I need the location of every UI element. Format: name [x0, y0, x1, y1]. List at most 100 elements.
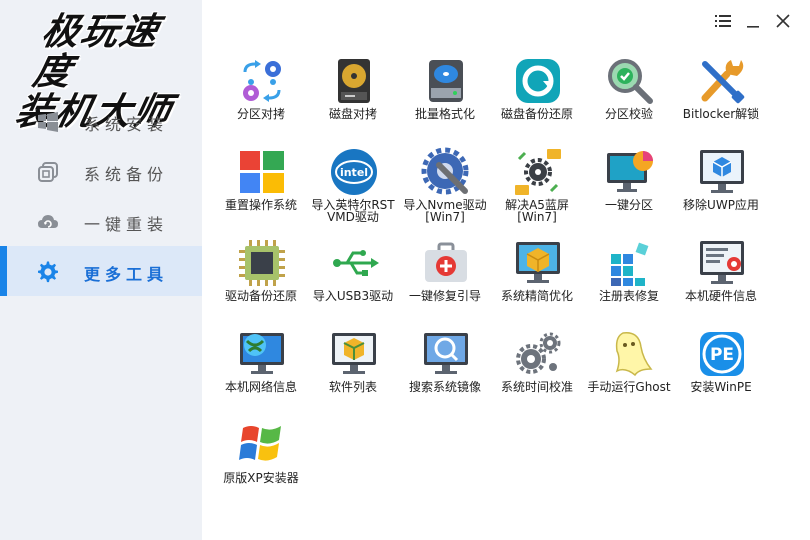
tool-search-system-image[interactable]: 搜索系统镜像 — [399, 323, 491, 413]
tool-label: 导入USB3驱动 — [312, 289, 394, 303]
close-button[interactable] — [774, 12, 792, 30]
tool-driver-backup-restore[interactable]: 驱动备份还原 — [215, 232, 307, 322]
tool-partition-copy[interactable]: 分区对拷 — [215, 50, 307, 140]
tool-label: 一键分区 — [604, 198, 653, 212]
tool-run-ghost[interactable]: 手动运行Ghost — [583, 323, 675, 413]
cloud-refresh-icon — [38, 215, 58, 228]
sidebar-nav: 系统安装 系统备份 一键重装 更多工具 — [0, 96, 202, 296]
tool-label: 重置操作系统 — [224, 198, 297, 212]
tool-label: 本机网络信息 — [224, 380, 297, 394]
monitor-cube-icon — [700, 150, 744, 193]
tool-label: Bitlocker解锁 — [682, 107, 760, 121]
tool-label: 手动运行Ghost — [587, 380, 671, 394]
tool-label: 分区校验 — [604, 107, 653, 121]
sidebar-item-more-tools[interactable]: 更多工具 — [0, 246, 202, 296]
tool-label: 搜索系统镜像 — [408, 380, 481, 394]
windows-logo-icon — [240, 151, 284, 193]
tool-bitlocker-unlock[interactable]: Bitlocker解锁 — [675, 50, 767, 140]
menu-button[interactable] — [714, 12, 732, 30]
svg-text:intel: intel — [340, 166, 368, 179]
tool-label: 导入英特尔RST VMD驱动 — [311, 198, 395, 224]
tool-label: 导入Nvme驱动 [Win7] — [403, 198, 487, 224]
tool-network-info[interactable]: 本机网络信息 — [215, 323, 307, 413]
tool-nvme-driver[interactable]: 导入Nvme驱动 [Win7] — [399, 141, 491, 231]
sidebar-item-label: 系统备份 — [84, 165, 169, 184]
sidebar-item-system-install[interactable]: 系统安装 — [0, 96, 202, 146]
tool-label: 系统精简优化 — [500, 289, 573, 303]
tool-batch-format[interactable]: 批量格式化 — [399, 50, 491, 140]
gear-wrench-icon — [421, 147, 469, 195]
sidebar: 极玩速度 装机大师 系统安装 系统备份 一键重装 更多工具 — [0, 0, 202, 540]
tool-one-click-partition[interactable]: 一键分区 — [583, 141, 675, 231]
windows-icon — [38, 112, 58, 132]
monitor-search-icon — [424, 333, 468, 374]
monitor-box-icon — [516, 242, 560, 283]
monitor-pie-icon — [607, 151, 653, 192]
app-title-line1: 极玩速度 — [29, 10, 164, 93]
tool-fix-a5-bsod[interactable]: 解决A5蓝屏 [Win7] — [491, 141, 583, 231]
gears-sync-icon — [243, 60, 281, 102]
tool-registry-repair[interactable]: 注册表修复 — [583, 232, 675, 322]
tool-software-list[interactable]: 软件列表 — [307, 323, 399, 413]
window-controls — [714, 12, 792, 30]
tool-hardware-info[interactable]: 本机硬件信息 — [675, 232, 767, 322]
tool-usb3-driver[interactable]: 导入USB3驱动 — [307, 232, 399, 322]
minimize-button[interactable] — [744, 12, 762, 30]
monitor-package-icon — [332, 333, 376, 374]
tool-label: 注册表修复 — [598, 289, 659, 303]
sidebar-item-label: 系统安装 — [84, 115, 169, 134]
monitor-globe-icon — [240, 333, 284, 374]
tool-original-xp-installer[interactable]: 原版XP安装器 — [215, 414, 307, 504]
tool-label: 本机硬件信息 — [684, 289, 757, 303]
close-icon — [776, 14, 790, 28]
pe-icon: PE — [700, 332, 744, 376]
registry-cubes-icon — [611, 242, 649, 286]
svg-text:PE: PE — [710, 345, 734, 365]
tool-intel-rst-vmd-driver[interactable]: intel 导入英特尔RST VMD驱动 — [307, 141, 399, 231]
tool-disk-copy[interactable]: 磁盘对拷 — [307, 50, 399, 140]
tool-install-winpe[interactable]: PE 安装WinPE — [675, 323, 767, 413]
tool-disk-backup-restore[interactable]: 磁盘备份还原 — [491, 50, 583, 140]
menu-icon — [715, 15, 731, 27]
tool-system-time-calibrate[interactable]: 系统时间校准 — [491, 323, 583, 413]
tool-partition-verify[interactable]: 分区校验 — [583, 50, 675, 140]
tool-label: 驱动备份还原 — [224, 289, 297, 303]
tool-label: 解决A5蓝屏 [Win7] — [505, 198, 569, 224]
tool-label: 软件列表 — [328, 380, 377, 394]
tool-reset-os[interactable]: 重置操作系统 — [215, 141, 307, 231]
disk-format-icon — [429, 60, 463, 102]
tool-label: 安装WinPE — [690, 380, 752, 394]
tool-label: 一键修复引导 — [408, 289, 481, 303]
sidebar-item-label: 更多工具 — [84, 265, 169, 284]
tool-label: 移除UWP应用 — [683, 198, 759, 212]
tool-label: 磁盘备份还原 — [500, 107, 573, 121]
gears-time-icon — [516, 332, 561, 374]
tool-label: 分区对拷 — [236, 107, 285, 121]
usb-icon — [333, 250, 379, 276]
wrench-screwdriver-icon — [701, 60, 745, 104]
tool-system-slim-optimize[interactable]: 系统精简优化 — [491, 232, 583, 322]
backup-restore-icon — [516, 59, 560, 103]
app-logo: 极玩速度 装机大师 — [10, 10, 190, 133]
chip-icon — [239, 240, 285, 286]
monitor-settings-icon — [700, 241, 744, 284]
tool-label: 原版XP安装器 — [223, 471, 299, 485]
first-aid-kit-icon — [425, 242, 467, 282]
minimize-icon — [747, 26, 759, 28]
sidebar-item-system-backup[interactable]: 系统备份 — [0, 146, 202, 196]
tool-repair-boot[interactable]: 一键修复引导 — [399, 232, 491, 322]
sidebar-item-one-click-reinstall[interactable]: 一键重装 — [0, 196, 202, 246]
tool-label: 批量格式化 — [414, 107, 475, 121]
intel-icon: intel — [331, 149, 377, 195]
gear-icon — [38, 261, 58, 283]
windows-xp-logo-icon — [239, 426, 281, 461]
ghost-icon — [615, 332, 653, 377]
sidebar-item-label: 一键重装 — [84, 215, 169, 234]
tool-label: 系统时间校准 — [500, 380, 573, 394]
gear-folders-icon — [515, 149, 561, 195]
hard-drive-icon — [338, 59, 370, 103]
tool-label: 磁盘对拷 — [328, 107, 377, 121]
tool-remove-uwp-apps[interactable]: 移除UWP应用 — [675, 141, 767, 231]
copy-icon — [38, 162, 58, 182]
magnifier-check-icon — [608, 59, 653, 104]
